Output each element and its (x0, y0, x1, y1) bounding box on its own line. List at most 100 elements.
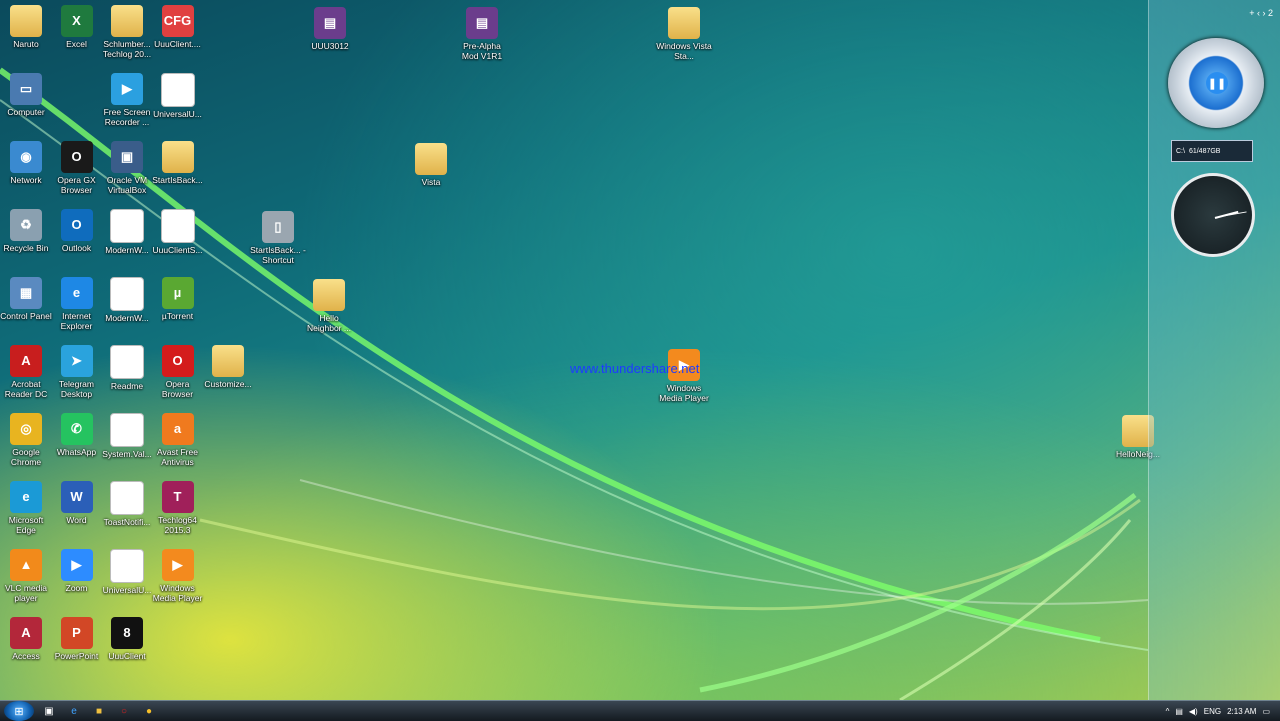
desktop-icon-cfg-file[interactable]: CFG UuuClient.... (150, 5, 206, 49)
desktop-icon-startisback-shortcut[interactable]: ▯ StartIsBack... - Shortcut (250, 211, 306, 265)
folder-pin-icon[interactable]: ■ (89, 703, 109, 719)
desktop-icon-virtualbox[interactable]: ▣ Oracle VM VirtualBox (99, 141, 155, 195)
desktop-icon-opera-gx[interactable]: O Opera GX Browser (49, 141, 105, 195)
desktop-icon-zoom[interactable]: ▶ Zoom (49, 549, 105, 593)
folder-icon (668, 7, 700, 39)
desktop-icon-internet-explorer[interactable]: e Internet Explorer (49, 277, 105, 331)
config-file-icon: ⚙ (110, 209, 144, 243)
language-indicator[interactable]: ENG (1204, 707, 1221, 716)
icon-label: Network (10, 175, 42, 185)
desktop-icon-computer[interactable]: ▭ Computer (0, 73, 54, 117)
desktop-icon-outlook[interactable]: O Outlook (49, 209, 105, 253)
powerpoint-icon: P (60, 617, 93, 649)
opera-pin-icon[interactable]: ○ (114, 703, 134, 719)
desktop-icon-folder[interactable]: Windows Vista Sta... (656, 7, 712, 61)
zoom-icon: ▶ (60, 549, 93, 581)
folder-icon (111, 5, 143, 37)
desktop-icon-access[interactable]: A Access (0, 617, 54, 661)
outlook-icon: O (60, 209, 93, 241)
notification-icon[interactable]: ▭ (1262, 707, 1270, 716)
config-file-icon: ⚙ (110, 549, 144, 583)
vlc-icon: ▲ (10, 549, 42, 581)
icon-label: µTorrent (161, 311, 194, 321)
icon-label: Excel (66, 39, 87, 49)
icon-label: Opera GX Browser (57, 175, 96, 195)
disk-value: 61/487GB (1188, 147, 1221, 155)
start-button[interactable]: ⊞ (4, 701, 34, 721)
desktop-icon-document[interactable]: UniversalU... (150, 73, 206, 119)
icon-label: UuuClientS... (152, 245, 203, 255)
watermark-text: www.thundershare.net (570, 361, 700, 376)
config-file-icon: ⚙ (110, 481, 144, 515)
icon-label: Vista (421, 177, 441, 187)
chrome-icon: ◎ (10, 413, 42, 445)
disk-label: C:\ (1176, 147, 1185, 155)
desktop-icon-folder[interactable]: Vista (403, 143, 459, 187)
icon-label: Windows Media Player (152, 583, 203, 603)
taskbar: ⊞ ▣ e ■ ○ ● ^ ▤ ◀) ENG 2:13 AM ▭ (0, 700, 1280, 721)
computer-icon: ▭ (10, 73, 42, 105)
desktop-icon-media-player[interactable]: ▶ Windows Media Player (656, 349, 712, 403)
desktop-icon-network[interactable]: ◉ Network (0, 141, 54, 185)
network-tray-icon[interactable]: ▤ (1175, 707, 1183, 716)
icon-label: WhatsApp (56, 447, 97, 457)
desktop-icon-folder[interactable]: Hello Neighbor ... (301, 279, 357, 333)
desktop-icon-telegram[interactable]: ➤ Telegram Desktop (49, 345, 105, 399)
sidebar-controls[interactable]: + ‹ › 2 (1249, 8, 1273, 18)
icon-label: PowerPoint (54, 651, 99, 661)
desktop-icon-media-player[interactable]: ▶ Windows Media Player (150, 549, 206, 603)
volume-tray-icon[interactable]: ◀) (1189, 707, 1198, 716)
desktop-icon-uuuclient[interactable]: 8 UuuClient (99, 617, 155, 661)
icon-label: Control Panel (0, 311, 52, 321)
media-player-gadget[interactable]: ❚❚ (1168, 38, 1264, 128)
desktop-icon-folder[interactable]: Customize... (200, 345, 256, 389)
internet-explorer-pin-icon[interactable]: e (64, 703, 84, 719)
desktop-icon-control-panel[interactable]: ▦ Control Panel (0, 277, 54, 321)
desktop-icon-winrar[interactable]: ▤ UUU3012 (302, 7, 358, 51)
taskbar-clock[interactable]: 2:13 AM (1227, 707, 1256, 716)
desktop-icon-folder[interactable]: Naruto (0, 5, 54, 49)
icon-label: Windows Vista Sta... (656, 41, 712, 61)
desktop-icon-config-file[interactable]: ⚙ ModernW... (99, 209, 155, 255)
desktop-icon-recycle-bin[interactable]: ♻ Recycle Bin (0, 209, 54, 253)
icon-label: Telegram Desktop (59, 379, 94, 399)
desktop-icon-screen-recorder[interactable]: ▶ Free Screen Recorder ... (99, 73, 155, 127)
control-panel-icon: ▦ (10, 277, 42, 309)
icon-label: StartIsBack... (152, 175, 203, 185)
desktop-icon-acrobat[interactable]: A Acrobat Reader DC (0, 345, 54, 399)
icon-label: Windows Media Player (659, 383, 709, 403)
desktop-icon-word[interactable]: W Word (49, 481, 105, 525)
desktop-icon-config-file[interactable]: ⚙ System.Val... (99, 413, 155, 459)
desktop-icon-config-file[interactable]: ⚙ ModernW... (99, 277, 155, 323)
desktop-icon-edge[interactable]: e Microsoft Edge (0, 481, 54, 535)
desktop-icon-folder[interactable]: StartIsBack... (150, 141, 206, 185)
internet-explorer-icon: e (60, 277, 93, 309)
desktop-icon-powerpoint[interactable]: P PowerPoint (49, 617, 105, 661)
pause-icon[interactable]: ❚❚ (1206, 72, 1228, 94)
desktop-icon-techlog[interactable]: T Techlog64 2015.3 (150, 481, 206, 535)
explorer-pin-icon[interactable]: ▣ (39, 703, 59, 719)
tray-up-arrow-icon[interactable]: ^ (1166, 707, 1170, 716)
icon-label: UniversalU... (153, 109, 202, 119)
desktop-icon-config-file[interactable]: ⚙ UniversalU... (99, 549, 155, 595)
desktop-icon-winrar[interactable]: ▤ Pre-Alpha Mod V1R1 (454, 7, 510, 61)
chrome-pin-icon[interactable]: ● (139, 703, 159, 719)
desktop-icon-avast[interactable]: a Avast Free Antivirus (150, 413, 206, 467)
desktop-icon-chrome[interactable]: ◎ Google Chrome (0, 413, 54, 467)
desktop-icon-opera[interactable]: O Opera Browser (150, 345, 206, 399)
clock-gadget (1171, 173, 1255, 257)
techlog-icon: T (161, 481, 194, 513)
desktop-icon-settings-file[interactable]: ⚙ UuuClientS... (150, 209, 206, 255)
folder-icon (415, 143, 447, 175)
icon-label: Outlook (61, 243, 92, 253)
icon-label: UniversalU... (102, 585, 152, 595)
icon-label: Microsoft Edge (8, 515, 44, 535)
desktop-icon-vlc[interactable]: ▲ VLC media player (0, 549, 54, 603)
desktop-icon-document[interactable]: Readme (99, 345, 155, 391)
desktop-icon-excel[interactable]: X Excel (49, 5, 105, 49)
desktop-icon-config-file[interactable]: ⚙ ToastNotifi... (99, 481, 155, 527)
desktop-icon-whatsapp[interactable]: ✆ WhatsApp (49, 413, 105, 457)
desktop-icon-folder[interactable]: Schlumber... Techlog 20... (99, 5, 155, 59)
desktop-icon-utorrent[interactable]: µ µTorrent (150, 277, 206, 321)
media-player-icon: ▶ (161, 549, 194, 581)
